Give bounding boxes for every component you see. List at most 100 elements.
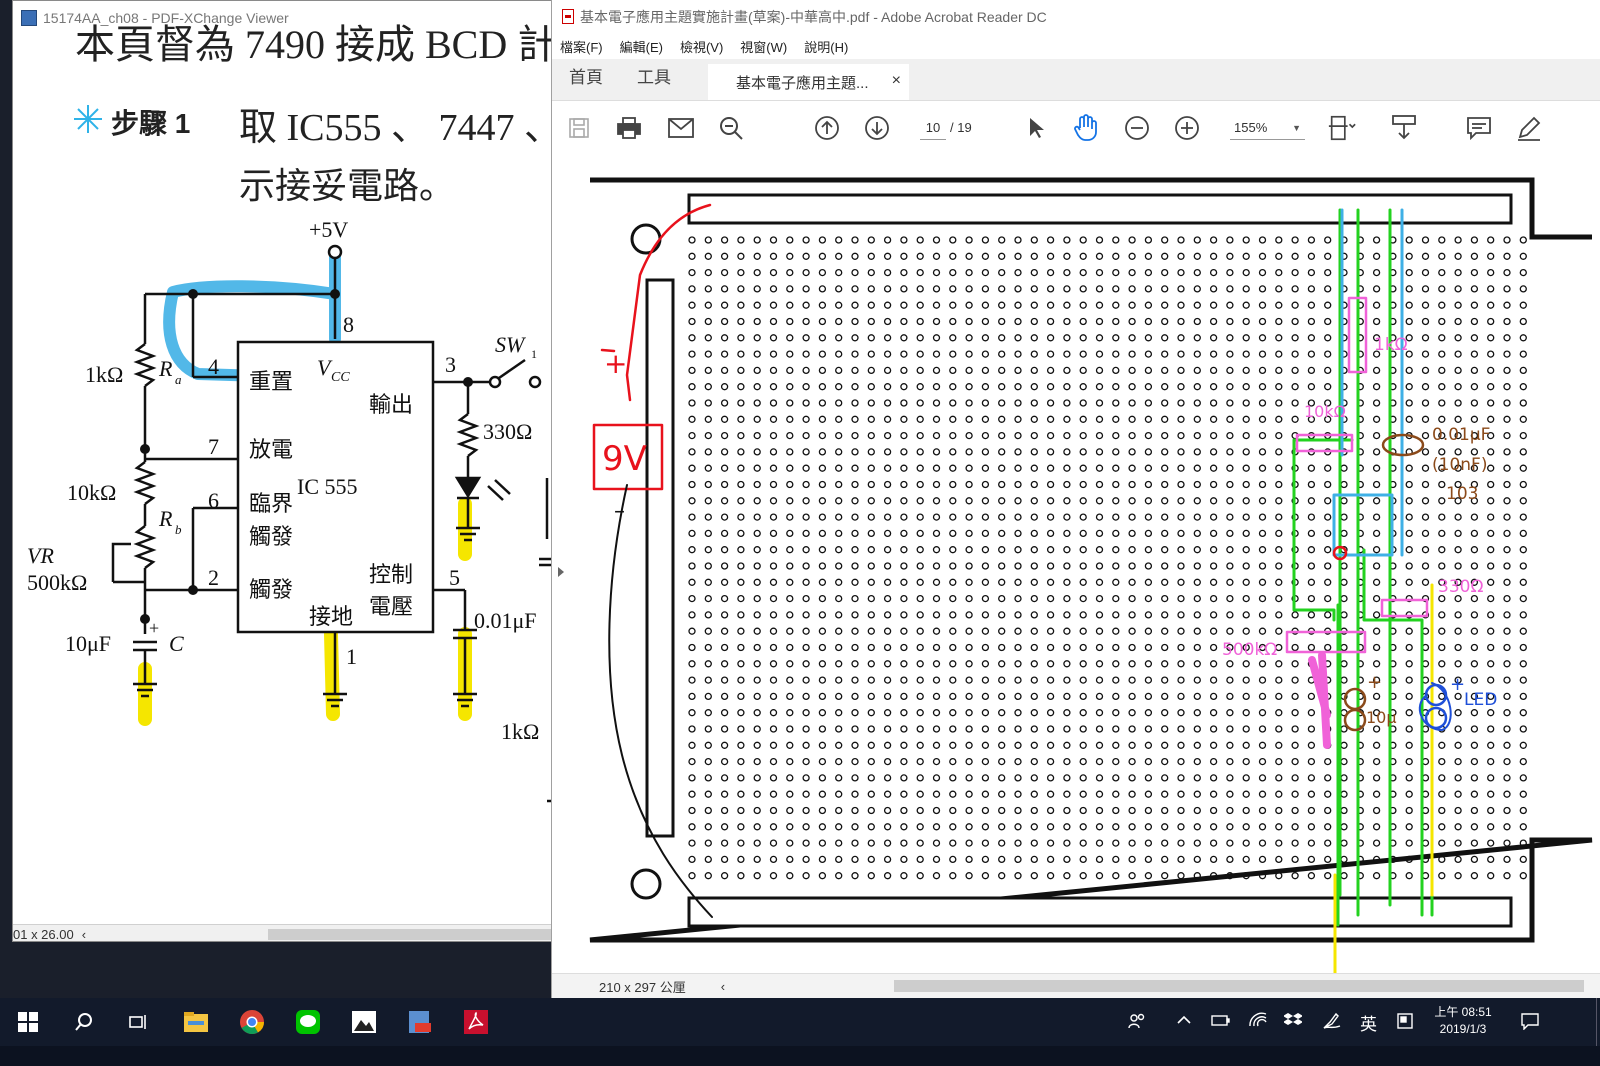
menu-help[interactable]: 說明(H)	[804, 37, 848, 56]
wifi-icon[interactable]	[1248, 1012, 1268, 1031]
zoom-level-value: 155%	[1234, 120, 1268, 135]
search-icon[interactable]	[68, 1006, 100, 1038]
scroll-left-arrow[interactable]: ‹	[721, 979, 725, 994]
zoom-dropdown-icon[interactable]: ▼	[1292, 117, 1301, 139]
pdfxchange-window: 15174AA_ch08 - PDF-XChange Viewer 本頁督為 7…	[12, 0, 557, 942]
vcc-label: +5V	[309, 217, 348, 242]
people-icon[interactable]	[1128, 1012, 1146, 1033]
r330-label: 330Ω	[483, 419, 532, 444]
tab-close-icon[interactable]: ×	[892, 72, 901, 90]
acrobat-document-area[interactable]: + 9V – 1kΩ 10kΩ 0.01μF (10nF) 103 330Ω 5…	[552, 155, 1600, 973]
notes-icon[interactable]	[1396, 1012, 1414, 1033]
pin4: 4	[208, 354, 219, 379]
tab-home[interactable]: 首頁	[552, 63, 620, 100]
menu-view[interactable]: 檢視(V)	[680, 37, 723, 56]
left-document-page[interactable]: 本頁督為 7490 接成 BCD 計 步驟 1 取 IC555 、 7447 、…	[13, 22, 556, 924]
sw-sub: 1	[531, 347, 537, 361]
left-scroll-left-arrow[interactable]: ‹	[82, 927, 86, 941]
pen-workspace-icon[interactable]	[1322, 1012, 1342, 1033]
system-clock[interactable]: 上午 08:51 2019/1/3	[1428, 1004, 1498, 1038]
pin6: 6	[208, 488, 219, 513]
r10k-annotation: 10kΩ	[1304, 402, 1346, 421]
print-icon[interactable]	[614, 113, 644, 143]
file-explorer-icon[interactable]	[180, 1006, 212, 1038]
control-label-1: 控制	[369, 562, 413, 587]
zoom-out-icon[interactable]	[1122, 113, 1152, 143]
hand-tool-icon[interactable]	[1071, 113, 1101, 143]
battery-icon[interactable]	[1210, 1012, 1230, 1031]
pen-icon[interactable]	[1514, 113, 1544, 143]
ic555-schematic: +5V 1kΩ R a 10kΩ R b VR 500kΩ 10μF + C 4…	[27, 217, 556, 803]
save-icon[interactable]	[564, 113, 594, 143]
task-view-icon[interactable]	[122, 1006, 154, 1038]
ime-indicator[interactable]: 英	[1360, 1010, 1377, 1035]
c001-label: 0.01μF	[474, 608, 537, 633]
battery-9v-annotation: 9V	[602, 439, 647, 479]
chrome-icon[interactable]	[236, 1006, 268, 1038]
acrobat-title-bar[interactable]: 基本電子應用主題實施計畫(草案)-中華高中.pdf - Adobe Acroba…	[552, 0, 1600, 33]
left-status-bar: 01 x 26.00 ‹	[13, 924, 556, 941]
pdf-file-icon	[562, 9, 574, 24]
acrobat-taskbar-icon[interactable]	[460, 1006, 492, 1038]
ra-sub: a	[175, 372, 182, 387]
page-down-icon[interactable]	[862, 113, 892, 143]
r1k-bottom-label: 1kΩ	[501, 719, 539, 744]
r330-annotation: 330Ω	[1438, 577, 1483, 597]
menu-window[interactable]: 視窗(W)	[740, 37, 787, 56]
horizontal-scrollbar[interactable]	[894, 980, 1584, 992]
left-horizontal-scrollbar[interactable]	[268, 929, 553, 940]
threshold-label-1: 臨界	[249, 491, 293, 516]
ic-label: IC 555	[297, 474, 358, 499]
page-number-input[interactable]: 10	[920, 117, 946, 140]
cap103-annotation: 103	[1446, 484, 1478, 504]
dropbox-icon[interactable]	[1283, 1012, 1303, 1031]
cap10u-annotation: 10μ	[1366, 708, 1397, 727]
menu-edit[interactable]: 編輯(E)	[620, 37, 663, 56]
fit-page-icon[interactable]	[1327, 113, 1357, 143]
select-cursor-icon[interactable]	[1021, 113, 1051, 143]
tab-strip: 首頁 工具 基本電子應用主題... ×	[552, 59, 1600, 101]
pdfxchange-app-icon	[21, 9, 37, 26]
pin3: 3	[445, 352, 456, 377]
ra-label: R	[158, 356, 173, 381]
action-center-icon[interactable]	[1520, 1012, 1540, 1033]
chevron-up-icon[interactable]	[1176, 1012, 1192, 1031]
ground-label: 接地	[309, 604, 353, 629]
start-windows-icon[interactable]	[12, 1006, 44, 1038]
scroll-mode-icon[interactable]	[1389, 113, 1419, 143]
r1k-annotation: 1kΩ	[1374, 335, 1408, 355]
cap-name: C	[169, 631, 184, 656]
acrobat-toolbar: 10 / 19 155% ▼	[552, 101, 1600, 156]
pin5: 5	[449, 565, 460, 590]
page-up-icon[interactable]	[812, 113, 842, 143]
photos-app-icon[interactable]	[348, 1006, 380, 1038]
threshold-label-2: 觸發	[249, 524, 293, 549]
comment-icon[interactable]	[1464, 113, 1494, 143]
line-app-icon[interactable]	[292, 1006, 324, 1038]
windows-taskbar: 英 上午 08:51 2019/1/3	[0, 998, 1600, 1046]
taskbar-bottom-strip	[0, 1046, 1600, 1066]
control-label-2: 電壓	[369, 594, 413, 619]
menu-bar: 檔案(F) 編輯(E) 檢視(V) 視窗(W) 說明(H)	[552, 33, 1600, 59]
tab-tools[interactable]: 工具	[620, 63, 688, 100]
output-label: 輸出	[369, 392, 413, 417]
acrobat-status-bar: 210 x 297 公厘 ‹	[552, 973, 1600, 998]
battery-minus-annotation: –	[614, 499, 625, 524]
vr-label: VR	[27, 543, 54, 568]
email-icon[interactable]	[666, 113, 696, 143]
battery-plus-annotation: +	[604, 347, 627, 380]
pin1: 1	[346, 644, 357, 669]
acrobat-window-title: 基本電子應用主題實施計畫(草案)-中華高中.pdf - Adobe Acroba…	[580, 8, 1047, 25]
pin8: 8	[343, 312, 354, 337]
menu-file[interactable]: 檔案(F)	[560, 37, 603, 56]
zoom-level-select[interactable]: 155% ▼	[1230, 117, 1305, 140]
rb-sub: b	[175, 522, 182, 537]
show-desktop-button[interactable]	[1596, 998, 1600, 1046]
search-icon[interactable]	[716, 113, 746, 143]
pdf-xchange-taskbar-icon[interactable]	[404, 1006, 436, 1038]
r1-label: 1kΩ	[85, 362, 123, 387]
tab-document[interactable]: 基本電子應用主題... ×	[708, 64, 909, 100]
zoom-in-icon[interactable]	[1172, 113, 1202, 143]
reset-label: 重置	[249, 369, 293, 394]
cap-plus: +	[149, 618, 159, 638]
